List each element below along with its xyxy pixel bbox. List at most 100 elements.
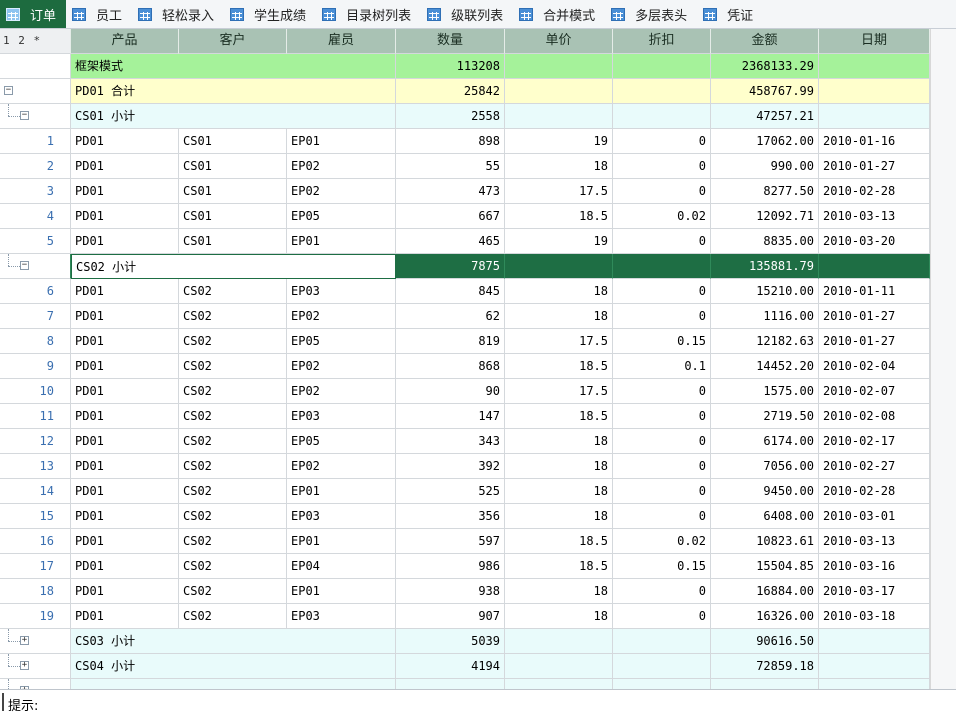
group-amount[interactable]: 72859.18 (711, 654, 819, 679)
cell-product[interactable]: PD01 (71, 529, 179, 554)
cell-date[interactable]: 2010-02-07 (819, 379, 930, 404)
cell-discount[interactable]: 0.15 (613, 554, 711, 579)
table-row[interactable]: 8 PD01 CS02 EP05 819 17.5 0.15 12182.63 2010-01-… (0, 329, 930, 354)
cell-discount[interactable]: 0.02 (613, 204, 711, 229)
cell-employee[interactable]: EP04 (287, 554, 396, 579)
group-date-empty[interactable] (819, 54, 930, 79)
col-header-quantity[interactable]: 数量 (396, 29, 505, 54)
cell-customer[interactable]: CS01 (179, 204, 287, 229)
cell-date[interactable]: 2010-03-16 (819, 554, 930, 579)
cell-discount[interactable]: 0.15 (613, 329, 711, 354)
vertical-scrollbar[interactable] (930, 29, 956, 689)
cell-discount[interactable]: 0 (613, 579, 711, 604)
tab-4[interactable]: 目录树列表 (316, 0, 421, 28)
outline-level-buttons[interactable]: 1 2 * (0, 29, 71, 54)
cell-amount[interactable]: 10823.61 (711, 529, 819, 554)
row-number[interactable]: 7 (0, 304, 71, 329)
cell-amount[interactable]: 14452.20 (711, 354, 819, 379)
group-amount[interactable]: 135881.79 (711, 254, 819, 279)
cell-unit-price[interactable]: 18 (505, 429, 613, 454)
cell-discount[interactable]: 0 (613, 229, 711, 254)
outline-gutter[interactable]: + (0, 654, 71, 679)
cell-unit-price[interactable]: 18.5 (505, 404, 613, 429)
group-amount[interactable]: 47257.21 (711, 104, 819, 129)
table-row[interactable]: 13 PD01 CS02 EP02 392 18 0 7056.00 2010-02-27 (0, 454, 930, 479)
cell-customer[interactable]: CS01 (179, 129, 287, 154)
cell-customer[interactable]: CS02 (179, 429, 287, 454)
table-row[interactable]: 1 PD01 CS01 EP01 898 19 0 17062.00 2010-01-16 (0, 129, 930, 154)
group-discount-empty[interactable] (613, 104, 711, 129)
cell-unit-price[interactable]: 18 (505, 279, 613, 304)
cell-employee[interactable]: EP01 (287, 129, 396, 154)
row-number[interactable]: 15 (0, 504, 71, 529)
cell-customer[interactable]: CS01 (179, 229, 287, 254)
col-header-discount[interactable]: 折扣 (613, 29, 711, 54)
cell-amount[interactable]: 1116.00 (711, 304, 819, 329)
table-row[interactable]: 19 PD01 CS02 EP03 907 18 0 16326.00 2010-03-18 (0, 604, 930, 629)
cell-discount[interactable]: 0 (613, 429, 711, 454)
cell-quantity[interactable]: 392 (396, 454, 505, 479)
row-number[interactable]: 10 (0, 379, 71, 404)
group-qty[interactable]: 113208 (396, 54, 505, 79)
cell-customer[interactable]: CS02 (179, 454, 287, 479)
group-unit-empty[interactable] (505, 54, 613, 79)
group-date-empty[interactable] (819, 629, 930, 654)
cell-date[interactable]: 2010-01-27 (819, 304, 930, 329)
row-number[interactable]: 13 (0, 454, 71, 479)
cell-unit-price[interactable]: 18.5 (505, 554, 613, 579)
row-number[interactable]: 16 (0, 529, 71, 554)
cell-unit-price[interactable]: 18 (505, 479, 613, 504)
tab-6[interactable]: 合并模式 (513, 0, 605, 28)
cell-amount[interactable]: 8277.50 (711, 179, 819, 204)
cell-employee[interactable]: EP02 (287, 354, 396, 379)
cell-unit-price[interactable]: 18 (505, 579, 613, 604)
outline-gutter[interactable]: + (0, 679, 71, 689)
cell-amount[interactable]: 16884.00 (711, 579, 819, 604)
table-row[interactable]: 3 PD01 CS01 EP02 473 17.5 0 8277.50 2010-02-28 (0, 179, 930, 204)
group-label[interactable]: PD01 合计 (71, 79, 396, 104)
cell-amount[interactable]: 7056.00 (711, 454, 819, 479)
group-date-empty[interactable] (819, 104, 930, 129)
group-date-empty[interactable] (819, 254, 930, 279)
cell-employee[interactable]: EP01 (287, 479, 396, 504)
cell-unit-price[interactable]: 17.5 (505, 179, 613, 204)
cell-empty[interactable] (396, 679, 505, 689)
cell-discount[interactable]: 0 (613, 154, 711, 179)
cell-quantity[interactable]: 343 (396, 429, 505, 454)
group-qty[interactable]: 5039 (396, 629, 505, 654)
group-qty[interactable]: 7875 (396, 254, 505, 279)
cell-empty[interactable] (819, 679, 930, 689)
cell-product[interactable]: PD01 (71, 379, 179, 404)
row-number[interactable]: 9 (0, 354, 71, 379)
cell-customer[interactable]: CS02 (179, 504, 287, 529)
cell-quantity[interactable]: 465 (396, 229, 505, 254)
cell-unit-price[interactable]: 18.5 (505, 204, 613, 229)
cell-employee[interactable]: EP03 (287, 604, 396, 629)
cell-product[interactable]: PD01 (71, 129, 179, 154)
group-discount-empty[interactable] (613, 654, 711, 679)
cell-product[interactable]: PD01 (71, 404, 179, 429)
outline-gutter[interactable]: + (0, 629, 71, 654)
table-row[interactable]: 16 PD01 CS02 EP01 597 18.5 0.02 10823.61 2010-03… (0, 529, 930, 554)
collapse-icon[interactable]: − (4, 86, 13, 95)
tab-2[interactable]: 轻松录入 (132, 0, 224, 28)
cell-quantity[interactable]: 597 (396, 529, 505, 554)
cell-amount[interactable]: 6408.00 (711, 504, 819, 529)
cell-employee[interactable]: EP05 (287, 429, 396, 454)
collapse-icon[interactable]: − (20, 111, 29, 120)
cell-unit-price[interactable]: 18 (505, 604, 613, 629)
cell-amount[interactable]: 1575.00 (711, 379, 819, 404)
cell-amount[interactable]: 9450.00 (711, 479, 819, 504)
col-header-amount[interactable]: 金额 (711, 29, 819, 54)
cell-unit-price[interactable]: 19 (505, 129, 613, 154)
group-amount[interactable]: 2368133.29 (711, 54, 819, 79)
cell-product[interactable]: PD01 (71, 579, 179, 604)
table-row[interactable]: 18 PD01 CS02 EP01 938 18 0 16884.00 2010-03-17 (0, 579, 930, 604)
cell-date[interactable]: 2010-02-08 (819, 404, 930, 429)
cell-quantity[interactable]: 819 (396, 329, 505, 354)
cell-employee[interactable]: EP02 (287, 179, 396, 204)
group-amount[interactable]: 90616.50 (711, 629, 819, 654)
cell-amount[interactable]: 17062.00 (711, 129, 819, 154)
group-unit-empty[interactable] (505, 654, 613, 679)
row-number[interactable]: 8 (0, 329, 71, 354)
